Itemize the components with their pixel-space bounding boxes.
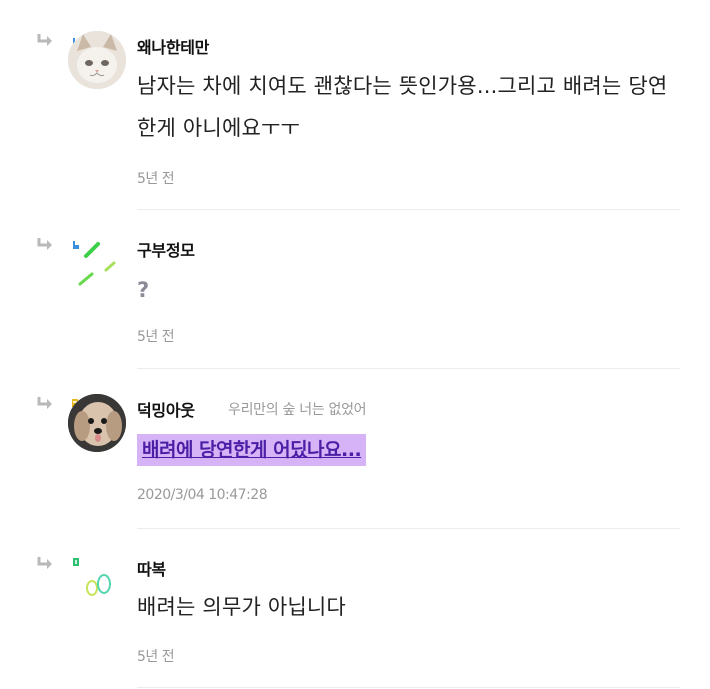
green-dashes-avatar[interactable] [68, 236, 126, 294]
comment-body: ? [137, 278, 150, 302]
reply-arrow-icon [37, 34, 52, 46]
comment-divider [137, 687, 680, 688]
green-rings-avatar[interactable] [68, 554, 126, 612]
comment-time: 5년 전 [137, 171, 175, 187]
highlighted-comment-link[interactable]: 배려에 당연한게 어딨나요... [137, 434, 367, 466]
reply-arrow-icon [37, 557, 52, 569]
comment-time: 5년 전 [137, 649, 175, 665]
comment-nickname[interactable]: 덕밍아웃 [137, 397, 195, 421]
cat-face-icon [68, 31, 126, 89]
green-rings-icon [86, 574, 111, 596]
user-status-message: 우리만의 숲 너는 없었어 [228, 402, 367, 418]
comment-timestamp: 2020/3/04 10:47:28 [137, 487, 268, 503]
dog-photo-avatar[interactable] [68, 394, 126, 452]
comment-time: 5년 전 [137, 329, 175, 345]
comment-body: 남자는 차에 치여도 괜찮다는 뜻인가용...그리고 배려는 당연한게 아니에요… [137, 74, 668, 140]
reply-arrow-icon [37, 238, 52, 250]
comment-divider [137, 209, 680, 210]
comment-divider [137, 528, 680, 529]
dog-photo-icon [68, 394, 126, 452]
comment-nickname[interactable]: 왜나한테만 [137, 34, 209, 58]
comment-nickname[interactable]: 구부정모 [137, 237, 195, 261]
comment-body: 배려는 의무가 아닙니다 [137, 595, 346, 619]
green-dashes-icon [78, 242, 116, 286]
reply-arrow-icon [37, 397, 52, 409]
comment-divider [137, 368, 680, 369]
cat-face-avatar[interactable] [68, 31, 126, 89]
comment-nickname[interactable]: 따복 [137, 556, 166, 580]
